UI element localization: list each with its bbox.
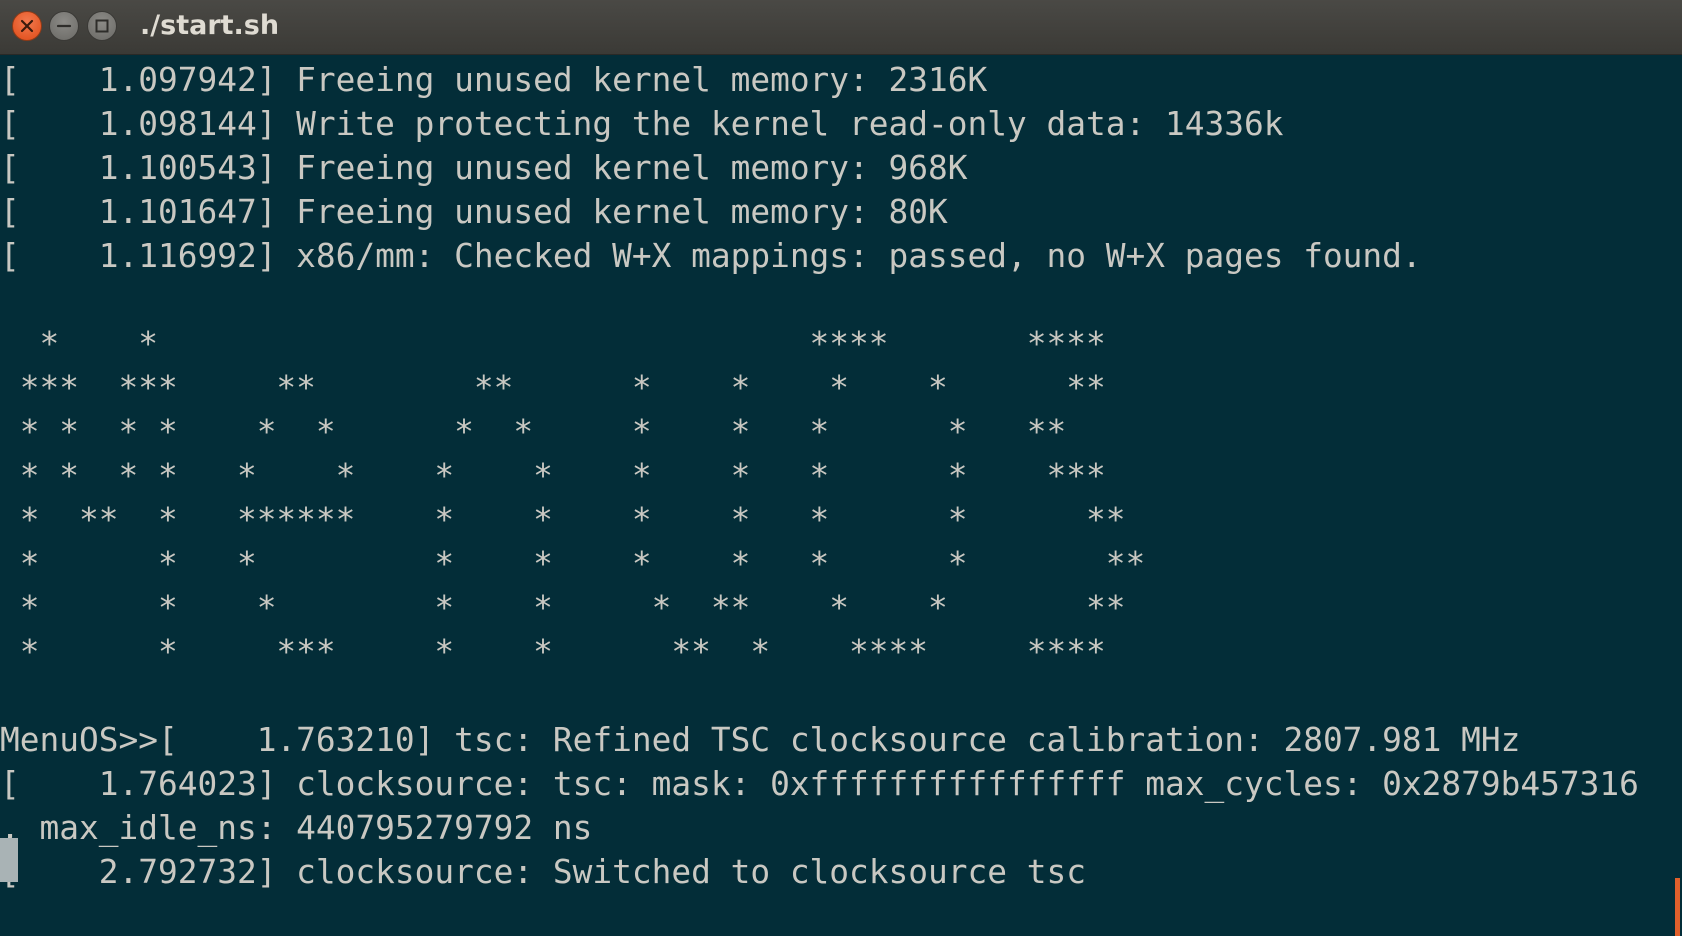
ascii-art-line: * * * * * * * * * * * * *** (0, 457, 1106, 495)
terminal-window: ./start.sh [ 1.097942] Freeing unused ke… (0, 0, 1682, 936)
terminal-line: [ 2.792732] clocksource: Switched to clo… (0, 853, 1086, 891)
terminal-output: [ 1.097942] Freeing unused kernel memory… (0, 58, 1639, 894)
minimize-button[interactable] (49, 11, 79, 41)
ascii-art-line: * * * * * * ** * * ** (0, 589, 1126, 627)
ascii-art-line: * * **** **** (0, 325, 1106, 363)
ascii-art-line: * ** * ****** * * * * * * ** (0, 501, 1126, 539)
terminal-area[interactable]: [ 1.097942] Freeing unused kernel memory… (0, 55, 1682, 936)
text-cursor (0, 838, 18, 882)
title-bar[interactable]: ./start.sh (0, 0, 1682, 55)
ascii-art-line: * * * * * * * * * ** (0, 545, 1146, 583)
ascii-art-line: * * * * * * * * * * * * ** (0, 413, 1067, 451)
terminal-line: [ 1.100543] Freeing unused kernel memory… (0, 149, 968, 187)
terminal-line: [ 1.098144] Write protecting the kernel … (0, 105, 1284, 143)
maximize-button[interactable] (87, 11, 117, 41)
terminal-line: [ 1.116992] x86/mm: Checked W+X mappings… (0, 237, 1422, 275)
scrollbar-thumb[interactable] (1675, 878, 1680, 936)
terminal-line: [ 1.101647] Freeing unused kernel memory… (0, 193, 948, 231)
close-button[interactable] (12, 11, 42, 41)
terminal-line: [ 1.097942] Freeing unused kernel memory… (0, 61, 988, 99)
window-title: ./start.sh (140, 10, 280, 41)
maximize-icon (95, 19, 109, 33)
prompt-line: MenuOS>>[ 1.763210] tsc: Refined TSC clo… (0, 721, 1521, 759)
minimize-icon (56, 24, 72, 28)
terminal-line: [ 1.764023] clocksource: tsc: mask: 0xff… (0, 765, 1639, 803)
close-icon (20, 19, 34, 33)
ascii-art-line: *** *** ** ** * * * * ** (0, 369, 1106, 407)
ascii-art-line: * * *** * * ** * **** **** (0, 633, 1106, 671)
terminal-line: , max_idle_ns: 440795279792 ns (0, 809, 593, 847)
